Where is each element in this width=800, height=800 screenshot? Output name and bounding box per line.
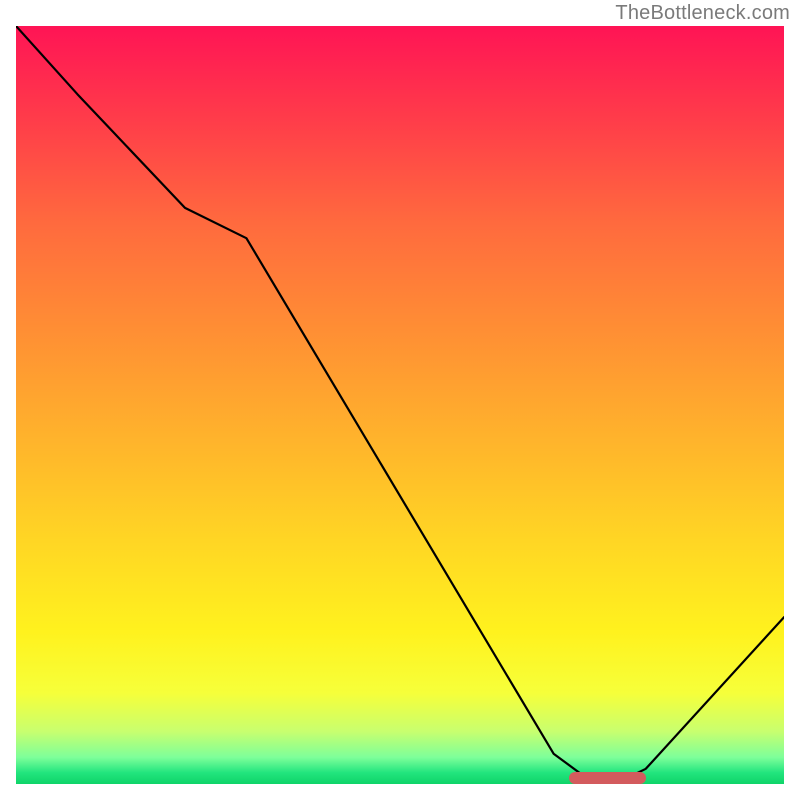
watermark-label: TheBottleneck.com	[615, 2, 790, 25]
chart-root: TheBottleneck.com	[0, 0, 800, 800]
bottleneck-curve	[16, 26, 784, 784]
chart-area	[16, 26, 784, 784]
optimal-range-marker	[569, 772, 646, 784]
